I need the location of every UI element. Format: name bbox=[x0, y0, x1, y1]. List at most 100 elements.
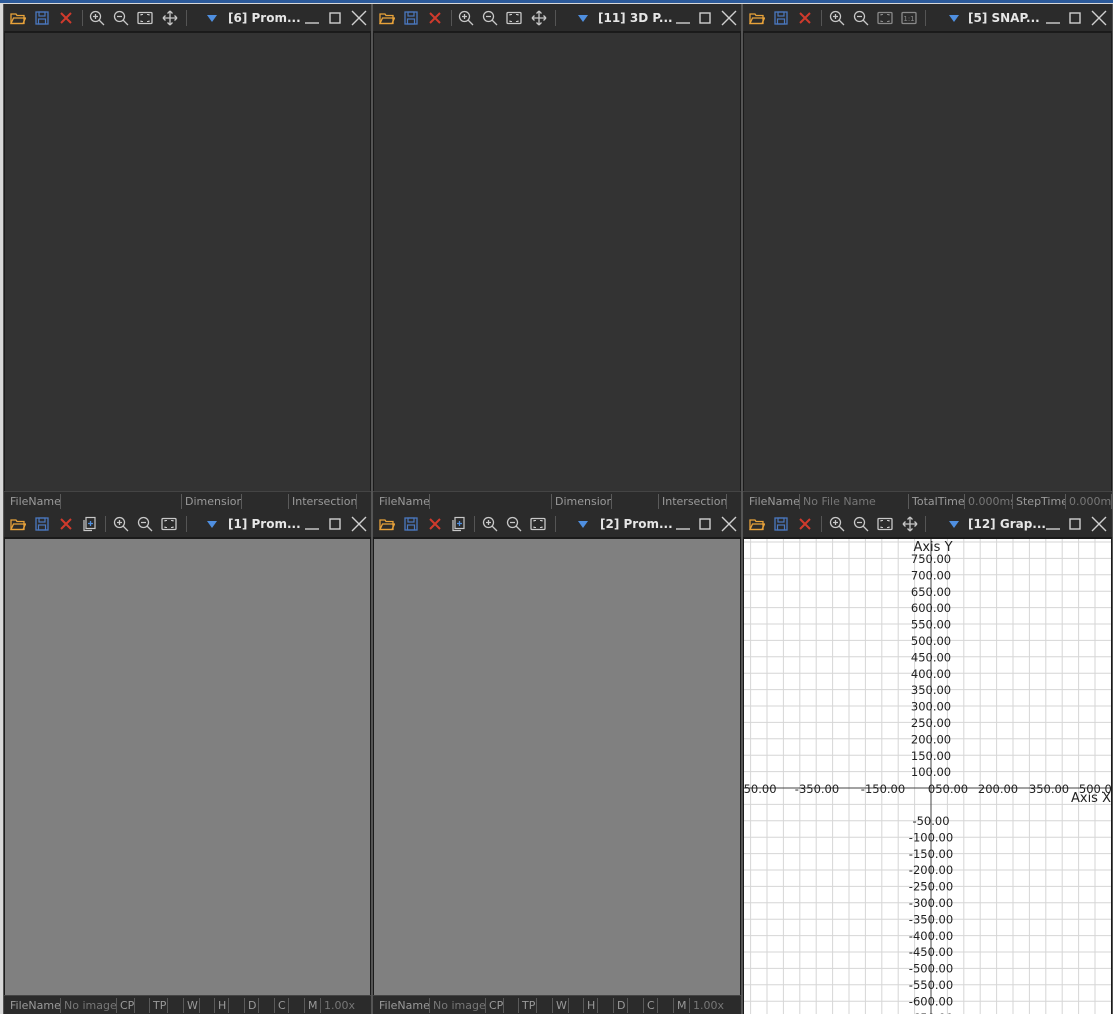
fit-to-window-icon[interactable] bbox=[877, 516, 893, 532]
save-icon[interactable] bbox=[34, 10, 50, 26]
copy-image-icon[interactable] bbox=[82, 516, 98, 532]
status-w-value bbox=[569, 998, 584, 1013]
maximize-icon[interactable] bbox=[326, 515, 344, 533]
status-intersection-label: Intersection bbox=[289, 494, 357, 509]
zoom-in-icon[interactable] bbox=[458, 10, 474, 26]
zoom-in-icon[interactable] bbox=[89, 10, 105, 26]
fit-to-window-icon[interactable] bbox=[137, 10, 153, 26]
open-folder-icon[interactable] bbox=[379, 10, 395, 26]
close-image-icon[interactable] bbox=[58, 516, 74, 532]
status-filename-label: FileName bbox=[376, 998, 430, 1013]
save-icon[interactable] bbox=[34, 516, 50, 532]
panel-menu-dropdown-icon[interactable] bbox=[949, 15, 959, 22]
3d-view-canvas[interactable] bbox=[374, 33, 740, 491]
minimize-icon[interactable] bbox=[1044, 9, 1062, 27]
close-panel-icon[interactable] bbox=[720, 515, 738, 533]
zoom-in-icon[interactable] bbox=[482, 516, 498, 532]
minimize-icon[interactable] bbox=[1044, 515, 1062, 533]
zoom-in-icon[interactable] bbox=[829, 516, 845, 532]
panel-toolbar: [2] Prom... bbox=[373, 510, 741, 538]
zoom-out-icon[interactable] bbox=[506, 516, 522, 532]
image-canvas[interactable] bbox=[374, 539, 740, 995]
close-image-icon[interactable] bbox=[427, 10, 443, 26]
close-image-icon[interactable] bbox=[427, 516, 443, 532]
save-icon[interactable] bbox=[403, 10, 419, 26]
maximize-icon[interactable] bbox=[696, 515, 714, 533]
panel-title[interactable]: [1] Prom... bbox=[228, 517, 301, 531]
fit-to-window-icon[interactable] bbox=[506, 10, 522, 26]
panel-title[interactable]: [5] SNAP... bbox=[968, 11, 1040, 25]
zoom-out-icon[interactable] bbox=[853, 516, 869, 532]
zoom-out-icon[interactable] bbox=[853, 10, 869, 26]
x-tick-label: 500.00 bbox=[1079, 782, 1111, 796]
y-tick-label: 150.00 bbox=[911, 749, 951, 763]
close-image-icon[interactable] bbox=[797, 516, 813, 532]
graph-plot: Axis YAxis X750.00700.00650.00600.00550.… bbox=[744, 539, 1111, 1014]
minimize-icon[interactable] bbox=[674, 9, 692, 27]
maximize-icon[interactable] bbox=[1066, 9, 1084, 27]
open-folder-icon[interactable] bbox=[749, 10, 765, 26]
graph-canvas[interactable]: Axis Y Axis X 750.00 700.00 650.00 600.00 550.… bbox=[744, 539, 1111, 1014]
status-cp-value bbox=[504, 998, 519, 1013]
maximize-icon[interactable] bbox=[696, 9, 714, 27]
save-icon[interactable] bbox=[773, 10, 789, 26]
y-tick-label: 750.00 bbox=[911, 552, 951, 566]
close-panel-icon[interactable] bbox=[350, 515, 368, 533]
snap-canvas[interactable] bbox=[744, 33, 1111, 491]
panel-menu-dropdown-icon[interactable] bbox=[578, 521, 588, 528]
pan-move-icon[interactable] bbox=[902, 516, 918, 532]
panel-title[interactable]: [12] Grap... bbox=[968, 517, 1046, 531]
close-panel-icon[interactable] bbox=[720, 9, 738, 27]
zoom-out-icon[interactable] bbox=[113, 10, 129, 26]
y-tick-label: -450.00 bbox=[909, 945, 953, 959]
minimize-icon[interactable] bbox=[303, 515, 321, 533]
panel-menu-dropdown-icon[interactable] bbox=[207, 15, 217, 22]
panel-title[interactable]: [2] Prom... bbox=[600, 517, 673, 531]
open-folder-icon[interactable] bbox=[749, 516, 765, 532]
zoom-out-icon[interactable] bbox=[137, 516, 153, 532]
open-folder-icon[interactable] bbox=[379, 516, 395, 532]
y-tick-label: -100.00 bbox=[909, 830, 953, 844]
close-panel-icon[interactable] bbox=[1090, 515, 1108, 533]
close-panel-icon[interactable] bbox=[1090, 9, 1108, 27]
status-c-value bbox=[658, 998, 674, 1013]
open-folder-icon[interactable] bbox=[10, 10, 26, 26]
panel-menu-dropdown-icon[interactable] bbox=[578, 15, 588, 22]
save-icon[interactable] bbox=[403, 516, 419, 532]
status-tp-label: TP bbox=[519, 998, 537, 1013]
toolbar-separator bbox=[555, 10, 556, 26]
maximize-icon[interactable] bbox=[1066, 515, 1084, 533]
pan-move-icon[interactable] bbox=[531, 10, 547, 26]
close-image-icon[interactable] bbox=[797, 10, 813, 26]
toolbar-separator bbox=[925, 516, 926, 532]
y-tick-label: -250.00 bbox=[909, 880, 953, 894]
panel-menu-dropdown-icon[interactable] bbox=[207, 521, 217, 528]
fit-to-window-icon[interactable] bbox=[161, 516, 177, 532]
save-icon[interactable] bbox=[773, 516, 789, 532]
y-tick-label: -400.00 bbox=[909, 929, 953, 943]
close-image-icon[interactable] bbox=[58, 10, 74, 26]
status-c-value bbox=[289, 998, 305, 1013]
copy-image-icon[interactable] bbox=[451, 516, 467, 532]
fit-to-window-icon[interactable] bbox=[877, 10, 893, 26]
toolbar-separator bbox=[186, 516, 187, 532]
open-folder-icon[interactable] bbox=[10, 516, 26, 532]
pan-move-icon[interactable] bbox=[162, 10, 178, 26]
zoom-in-icon[interactable] bbox=[829, 10, 845, 26]
minimize-icon[interactable] bbox=[674, 515, 692, 533]
minimize-icon[interactable] bbox=[303, 9, 321, 27]
zoom-in-icon[interactable] bbox=[113, 516, 129, 532]
maximize-icon[interactable] bbox=[326, 9, 344, 27]
fit-to-window-icon[interactable] bbox=[530, 516, 546, 532]
actual-size-icon[interactable]: 1:1 bbox=[901, 10, 917, 26]
image-canvas[interactable] bbox=[5, 539, 370, 995]
panel-title[interactable]: [11] 3D P... bbox=[598, 11, 673, 25]
status-bar: FileName Dimension Intersection bbox=[373, 491, 741, 510]
panel-menu-dropdown-icon[interactable] bbox=[949, 521, 959, 528]
zoom-out-icon[interactable] bbox=[482, 10, 498, 26]
panel-title[interactable]: [6] Prom... bbox=[228, 11, 301, 25]
status-h-value bbox=[229, 998, 245, 1013]
image-canvas[interactable] bbox=[5, 33, 370, 491]
toolbar-separator bbox=[105, 516, 106, 532]
close-panel-icon[interactable] bbox=[350, 9, 368, 27]
